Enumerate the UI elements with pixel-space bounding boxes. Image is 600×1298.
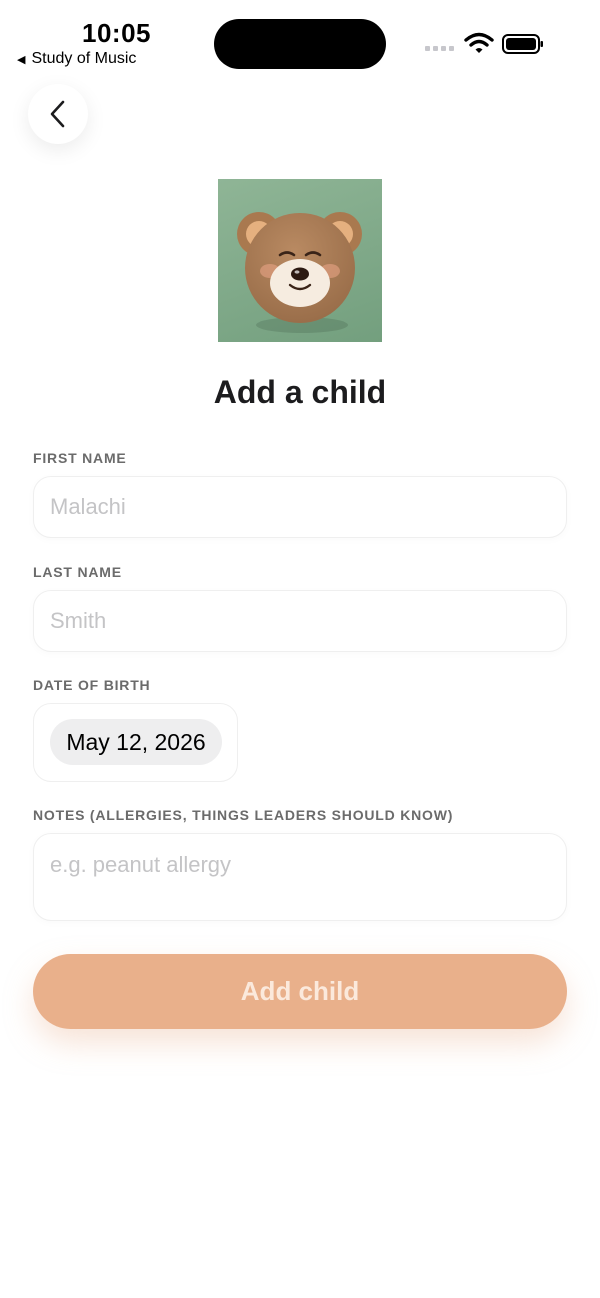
back-to-app-link[interactable]: ◀ Study of Music — [17, 50, 136, 68]
last-name-input[interactable] — [33, 590, 567, 652]
back-button[interactable] — [28, 84, 88, 144]
add-child-button[interactable]: Add child — [33, 954, 567, 1029]
last-name-label: LAST NAME — [33, 564, 122, 580]
back-triangle-icon: ◀ — [17, 53, 26, 66]
back-app-label: Study of Music — [31, 50, 137, 67]
notes-label: NOTES (ALLERGIES, THINGS LEADERS SHOULD … — [33, 807, 454, 823]
battery-icon — [502, 34, 543, 54]
cellular-signal-icon — [425, 46, 454, 51]
status-time: 10:05 — [82, 18, 151, 48]
page-title: Add a child — [213, 374, 387, 410]
wifi-icon — [464, 32, 494, 53]
notes-input[interactable] — [33, 833, 567, 921]
first-name-label: FIRST NAME — [33, 450, 127, 466]
date-of-birth-label: DATE OF BIRTH — [33, 677, 151, 693]
child-avatar[interactable] — [218, 179, 382, 342]
date-picker-button[interactable]: May 12, 2026 — [50, 719, 222, 765]
status-bar: 10:05 ◀ Study of Music — [0, 0, 600, 80]
dynamic-island — [214, 19, 386, 69]
chevron-left-icon — [50, 100, 65, 128]
first-name-input[interactable] — [33, 476, 567, 538]
date-of-birth-field: May 12, 2026 — [33, 703, 238, 782]
bear-face-icon — [237, 212, 362, 333]
